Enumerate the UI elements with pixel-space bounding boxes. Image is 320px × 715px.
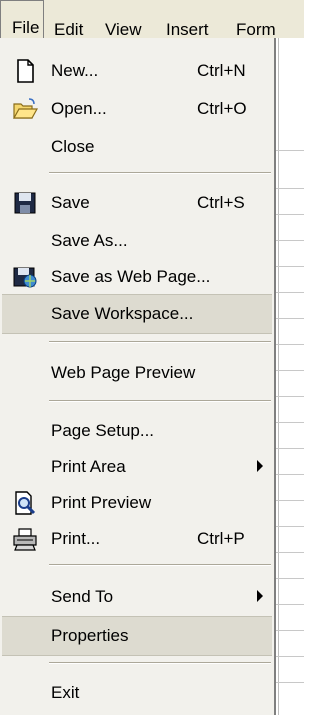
print-preview-icon <box>15 491 36 515</box>
grid-line <box>276 292 304 293</box>
menu-separator <box>49 564 271 566</box>
grid-line <box>276 318 304 319</box>
menu-bar: File Edit View Insert Form <box>0 0 304 40</box>
new-document-icon <box>17 59 34 83</box>
menu-item-save-workspace[interactable]: Save Workspace... <box>2 294 272 334</box>
grid-line <box>276 682 304 683</box>
menu-item-label: Print Preview <box>51 493 152 512</box>
grid-line <box>276 526 304 527</box>
grid-line <box>276 474 304 475</box>
menu-item-save-as[interactable]: Save As... <box>2 224 272 258</box>
menu-item-web-page-preview[interactable]: Web Page Preview <box>2 356 272 390</box>
submenu-arrow-icon <box>257 460 263 472</box>
menu-item-save[interactable]: Save Ctrl+S <box>2 186 272 220</box>
menu-item-label: Save As... <box>51 231 128 250</box>
menu-item-label: Send To <box>51 587 114 606</box>
menu-item-label: Page Setup... <box>51 421 155 440</box>
menu-item-shortcut: Ctrl+S <box>197 193 245 212</box>
grid-line <box>276 448 304 449</box>
menu-item-close[interactable]: Close <box>2 130 272 164</box>
menu-item-label: Web Page Preview <box>51 363 196 382</box>
menu-item-label: Save as Web Page... <box>51 267 211 286</box>
grid-line <box>276 266 304 267</box>
floppy-disk-icon <box>14 192 36 214</box>
menu-item-label: Properties <box>51 626 129 645</box>
menu-item-properties[interactable]: Properties <box>2 616 272 656</box>
menu-item-shortcut: Ctrl+O <box>197 99 247 118</box>
grid-line <box>276 344 304 345</box>
grid-line <box>276 630 304 631</box>
menu-item-label: Print... <box>51 529 101 548</box>
grid-line <box>276 422 304 423</box>
printer-icon <box>13 528 37 551</box>
file-menu-dropdown: New... Ctrl+N Open... Ctrl+O Close Save … <box>0 38 276 715</box>
grid-line <box>276 396 304 397</box>
menu-item-send-to[interactable]: Send To <box>2 580 272 614</box>
menu-item-shortcut: Ctrl+N <box>197 61 246 80</box>
menu-item-new[interactable]: New... Ctrl+N <box>2 54 272 88</box>
menu-edit[interactable]: Edit <box>54 20 83 40</box>
menu-item-save-as-web-page[interactable]: Save as Web Page... <box>2 260 272 294</box>
grid-line <box>276 240 304 241</box>
submenu-arrow-icon <box>257 590 263 602</box>
menu-item-label: Open... <box>51 99 107 118</box>
grid-line <box>276 188 304 189</box>
menu-item-print-area[interactable]: Print Area <box>2 450 272 484</box>
menu-separator <box>49 400 271 402</box>
menu-item-label: Save Workspace... <box>51 304 194 323</box>
menu-file[interactable]: File <box>0 0 44 38</box>
menu-separator <box>49 662 271 664</box>
menu-item-label: New... <box>51 61 99 80</box>
menu-item-open[interactable]: Open... Ctrl+O <box>2 92 272 126</box>
menu-format[interactable]: Form <box>236 20 276 40</box>
menu-item-label: Save <box>51 193 90 212</box>
menu-file-label: File <box>12 18 40 37</box>
grid-line <box>276 656 304 657</box>
background-sheet <box>276 38 304 715</box>
grid-line <box>276 370 304 371</box>
menu-item-print-preview[interactable]: Print Preview <box>2 486 272 520</box>
menu-item-shortcut: Ctrl+P <box>197 529 245 548</box>
grid-line <box>276 604 304 605</box>
grid-line <box>276 500 304 501</box>
open-folder-icon <box>12 98 38 119</box>
menu-insert[interactable]: Insert <box>166 20 209 40</box>
save-web-page-icon <box>13 267 37 288</box>
menu-separator <box>49 341 271 343</box>
menu-item-print[interactable]: Print... Ctrl+P <box>2 522 272 556</box>
menu-item-label: Print Area <box>51 457 126 476</box>
menu-item-exit[interactable]: Exit <box>2 676 272 710</box>
grid-line <box>276 578 304 579</box>
grid-line <box>276 150 304 151</box>
menu-item-page-setup[interactable]: Page Setup... <box>2 414 272 448</box>
menu-view[interactable]: View <box>105 20 142 40</box>
sheet-border <box>278 38 279 715</box>
menu-separator <box>49 172 271 174</box>
menu-item-label: Close <box>51 137 95 156</box>
grid-line <box>276 214 304 215</box>
grid-line <box>276 552 304 553</box>
menu-item-label: Exit <box>51 683 80 702</box>
